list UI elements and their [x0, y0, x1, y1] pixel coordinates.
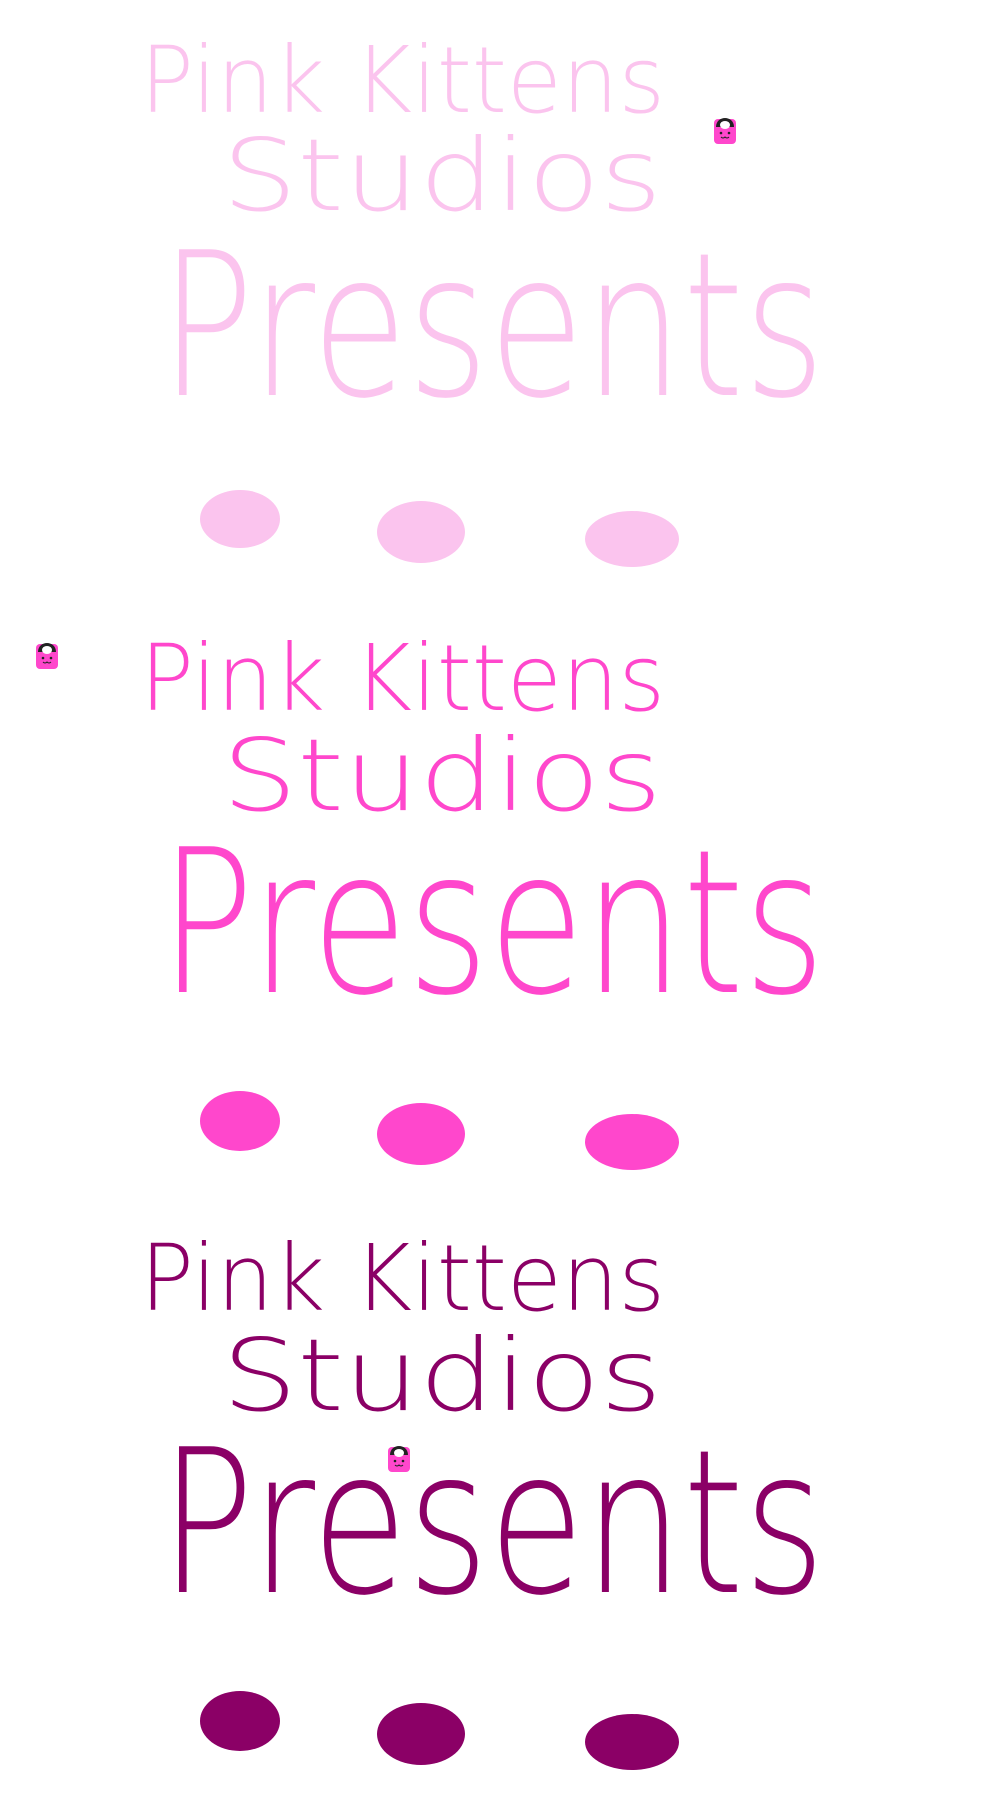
kitty-icon [714, 118, 736, 144]
title-line-presents: Presents [160, 1407, 825, 1640]
title-line-pink-kittens: Pink Kittens [140, 1225, 665, 1332]
loading-dot-1 [200, 490, 280, 548]
kitty-icon [36, 643, 58, 669]
kitty-icon [388, 1446, 410, 1472]
frame-medium: Pink Kittens Studios Presents [0, 600, 1000, 1200]
loading-dot-2 [377, 1103, 465, 1165]
frame-light: Pink Kittens Studios Presents [0, 0, 1000, 600]
loading-dot-2 [377, 501, 465, 563]
loading-dot-2 [377, 1703, 465, 1765]
loading-dot-3 [585, 1114, 679, 1170]
title-line-pink-kittens: Pink Kittens [140, 625, 665, 732]
loading-dot-1 [200, 1091, 280, 1151]
title-line-presents: Presents [160, 807, 825, 1040]
loading-dot-3 [585, 1714, 679, 1770]
loading-dot-1 [200, 1691, 280, 1751]
page: { "frames": [ { "line1": "Pink Kittens",… [0, 0, 1000, 1800]
title-line-presents: Presents [160, 210, 825, 443]
frame-dark: Pink Kittens Studios Presents [0, 1200, 1000, 1800]
loading-dot-3 [585, 511, 679, 567]
